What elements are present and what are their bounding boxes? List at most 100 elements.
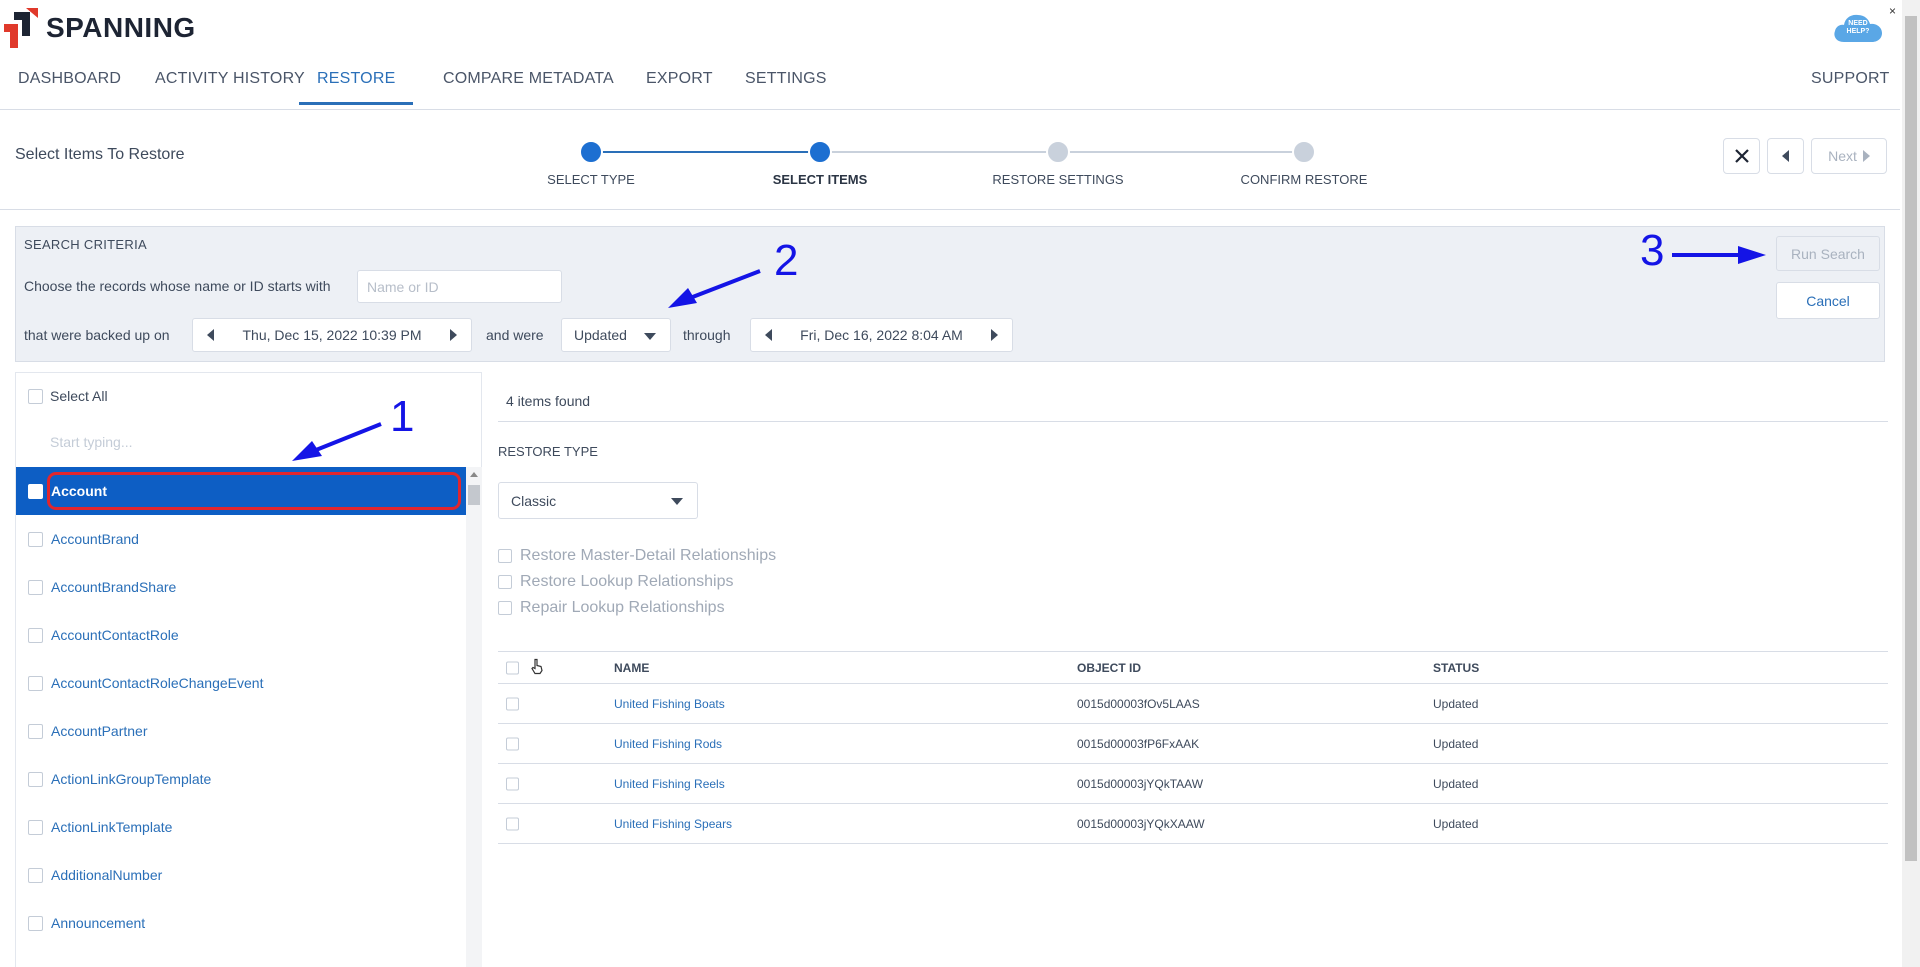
list-item[interactable]: ActionLinkGroupTemplate: [16, 755, 466, 803]
nav-dashboard[interactable]: DASHBOARD: [18, 70, 121, 102]
row-status: Updated: [1433, 776, 1479, 791]
change-type-value: Updated: [574, 327, 627, 343]
checkbox[interactable]: [28, 675, 43, 691]
nav-activity-history[interactable]: ACTIVITY HISTORY: [155, 70, 305, 102]
list-scrollbar[interactable]: [466, 467, 482, 967]
list-item[interactable]: AccountBrand: [16, 515, 466, 563]
next-through-date-icon[interactable]: [990, 329, 998, 341]
highlight-outline: [47, 472, 461, 510]
row-checkbox[interactable]: [506, 777, 519, 790]
prev-backup-date-icon[interactable]: [207, 329, 214, 341]
name-or-id-input[interactable]: Name or ID: [357, 270, 562, 303]
close-wizard-button[interactable]: [1723, 138, 1760, 174]
list-item[interactable]: Announcement: [16, 899, 466, 947]
row-name[interactable]: United Fishing Reels: [614, 777, 725, 791]
option-label: Restore Lookup Relationships: [520, 573, 734, 590]
checkbox[interactable]: [498, 549, 512, 563]
option-label: Repair Lookup Relationships: [520, 599, 725, 616]
nav-support[interactable]: SUPPORT: [1811, 70, 1889, 102]
checkbox[interactable]: [28, 771, 43, 787]
list-item[interactable]: AccountContactRole: [16, 611, 466, 659]
select-all-rows-checkbox[interactable]: [506, 661, 519, 674]
help-close-icon[interactable]: ×: [1889, 4, 1896, 18]
row-checkbox[interactable]: [506, 817, 519, 830]
step-dot-select-items[interactable]: [808, 140, 832, 164]
restore-lookup-checkbox[interactable]: Restore Lookup Relationships: [498, 573, 733, 591]
step-label-select-items: SELECT ITEMS: [772, 172, 868, 187]
table-row[interactable]: United Fishing Rods 0015d00003fP6FxAAK U…: [498, 724, 1888, 764]
checkbox[interactable]: [28, 531, 43, 547]
object-filter-input[interactable]: Start typing...: [28, 425, 468, 459]
nav-settings[interactable]: SETTINGS: [745, 70, 827, 102]
row-name[interactable]: United Fishing Spears: [614, 817, 732, 831]
row-name[interactable]: United Fishing Rods: [614, 737, 722, 751]
checkbox[interactable]: [28, 388, 43, 404]
list-item-label: AdditionalNumber: [51, 867, 163, 883]
list-item[interactable]: Account: [16, 467, 466, 515]
row-status: Updated: [1433, 816, 1479, 831]
list-item[interactable]: ActionLinkTemplate: [16, 803, 466, 851]
change-type-select[interactable]: Updated: [561, 318, 671, 352]
checkbox[interactable]: [28, 579, 43, 595]
logo-text: SPANNING: [46, 12, 196, 43]
restore-stepper: Select Items To Restore SELECT TYPE SELE…: [0, 110, 1900, 210]
list-item[interactable]: AccountPartner: [16, 707, 466, 755]
name-prompt-label: Choose the records whose name or ID star…: [24, 278, 331, 294]
checkbox[interactable]: [28, 483, 43, 499]
page-scrollbar-thumb[interactable]: [1905, 16, 1917, 861]
annotation-2: 2: [774, 236, 799, 285]
close-icon: [1734, 149, 1749, 163]
list-scrollbar-thumb[interactable]: [468, 485, 480, 505]
repair-lookup-checkbox[interactable]: Repair Lookup Relationships: [498, 599, 725, 617]
list-item-label: AccountPartner: [51, 723, 148, 739]
next-button[interactable]: Next: [1811, 138, 1887, 174]
object-list-panel: Select All Start typing... Account Accou…: [15, 372, 482, 967]
step-label-confirm-restore: CONFIRM RESTORE: [1240, 172, 1368, 187]
nav-compare-metadata[interactable]: COMPARE METADATA: [443, 70, 614, 102]
table-row[interactable]: United Fishing Reels 0015d00003jYQkTAAW …: [498, 764, 1888, 804]
select-all-label: Select All: [50, 388, 108, 404]
logo-mark-icon: [0, 8, 44, 48]
restore-type-select[interactable]: Classic: [498, 482, 698, 519]
through-date-value: Fri, Dec 16, 2022 8:04 AM: [800, 327, 963, 343]
run-search-button[interactable]: Run Search: [1776, 236, 1880, 271]
spanning-logo[interactable]: SPANNING: [0, 8, 196, 48]
cancel-button[interactable]: Cancel: [1776, 282, 1880, 319]
nav-export[interactable]: EXPORT: [646, 70, 713, 102]
row-checkbox[interactable]: [506, 737, 519, 750]
scroll-up-icon[interactable]: [470, 472, 478, 477]
column-header-status[interactable]: STATUS: [1433, 661, 1479, 675]
checkbox[interactable]: [28, 723, 43, 739]
row-checkbox[interactable]: [506, 697, 519, 710]
restore-master-detail-checkbox[interactable]: Restore Master-Detail Relationships: [498, 547, 776, 565]
row-name[interactable]: United Fishing Boats: [614, 697, 725, 711]
checkbox[interactable]: [28, 819, 43, 835]
page: SPANNING NEED HELP? × DASHBOARD ACTIVITY…: [0, 0, 1920, 967]
need-help-button[interactable]: NEED HELP?: [1832, 10, 1884, 44]
need-help-label: NEED HELP?: [1846, 20, 1870, 35]
annotation-3: 3: [1640, 226, 1665, 275]
column-header-name[interactable]: NAME: [614, 661, 649, 675]
backup-date-picker[interactable]: Thu, Dec 15, 2022 10:39 PM: [192, 318, 472, 352]
checkbox[interactable]: [28, 915, 43, 931]
select-all-checkbox[interactable]: Select All: [28, 388, 108, 404]
checkbox[interactable]: [28, 867, 43, 883]
step-label-select-type: SELECT TYPE: [547, 172, 635, 187]
nav-restore[interactable]: RESTORE: [299, 70, 414, 105]
checkbox[interactable]: [498, 601, 512, 615]
checkbox[interactable]: [498, 575, 512, 589]
list-item[interactable]: AdditionalNumber: [16, 851, 466, 899]
prev-through-date-icon[interactable]: [765, 329, 772, 341]
backup-date-value: Thu, Dec 15, 2022 10:39 PM: [242, 327, 422, 343]
next-backup-date-icon[interactable]: [450, 329, 457, 341]
table-row[interactable]: United Fishing Boats 0015d00003fOv5LAAS …: [498, 684, 1888, 724]
back-button[interactable]: [1767, 138, 1804, 174]
step-dot-select-type[interactable]: [579, 140, 603, 164]
checkbox[interactable]: [28, 627, 43, 643]
backed-up-label: that were backed up on: [24, 327, 170, 343]
column-header-object-id[interactable]: OBJECT ID: [1077, 661, 1141, 675]
table-row[interactable]: United Fishing Spears 0015d00003jYQkXAAW…: [498, 804, 1888, 844]
through-date-picker[interactable]: Fri, Dec 16, 2022 8:04 AM: [750, 318, 1013, 352]
list-item[interactable]: AccountBrandShare: [16, 563, 466, 611]
list-item[interactable]: AccountContactRoleChangeEvent: [16, 659, 466, 707]
